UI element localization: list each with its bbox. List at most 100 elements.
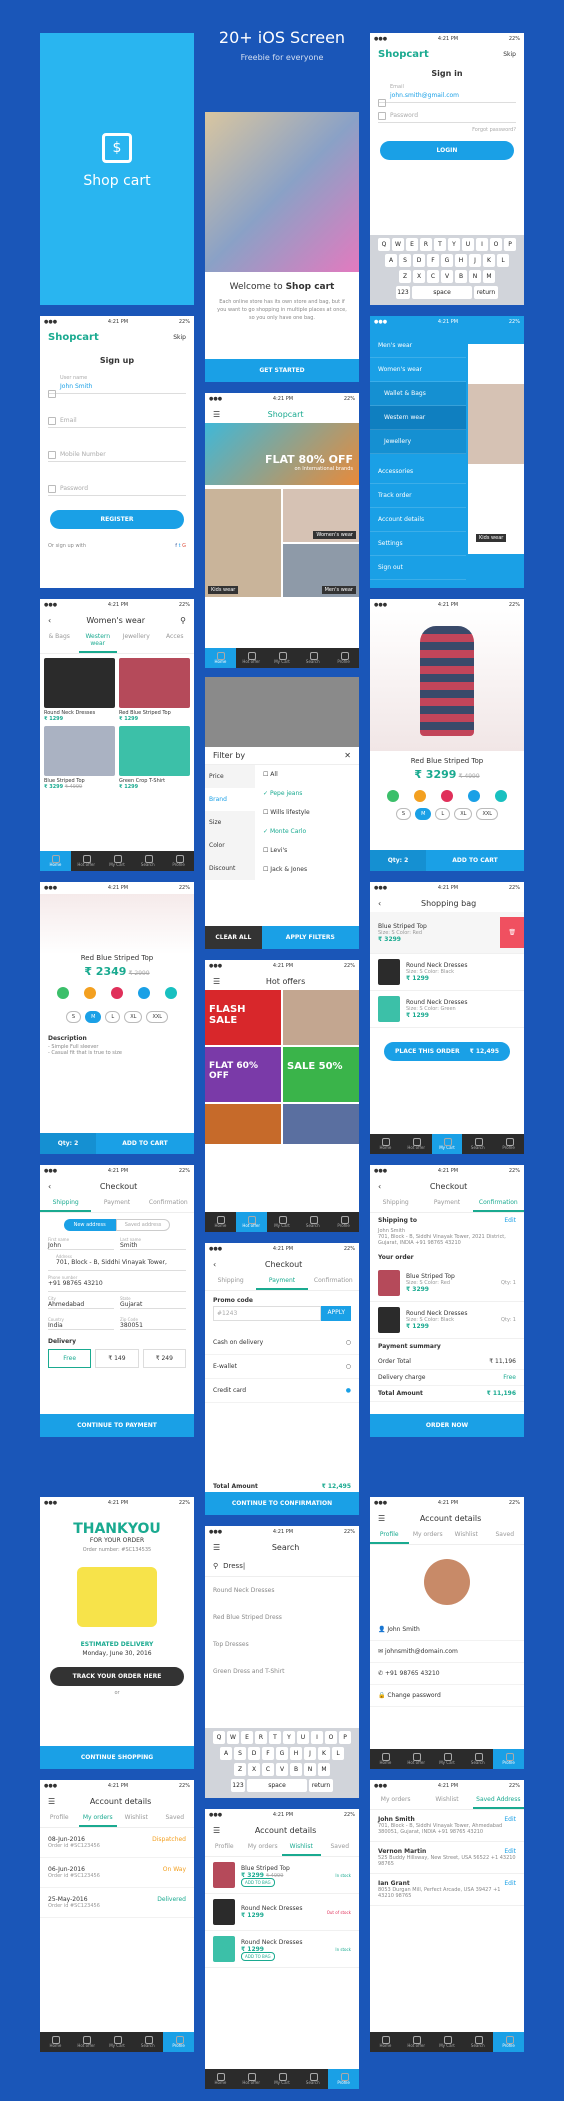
size-chip[interactable]: XL [124, 1011, 143, 1023]
password-field[interactable]: Password [48, 476, 186, 496]
menu-icon[interactable]: ☰ [213, 410, 220, 419]
tab-wishlist[interactable]: Wishlist [421, 1792, 472, 1809]
key-f[interactable]: F [262, 1747, 274, 1760]
edit-link[interactable]: Edit [504, 1848, 516, 1855]
men-tile[interactable]: Men's wear [283, 544, 359, 597]
filter-option[interactable]: ☐ Wills lifestyle [255, 803, 359, 822]
register-button[interactable]: REGISTER [50, 510, 184, 529]
tab-search[interactable]: Search [462, 2032, 493, 2052]
key-y[interactable]: Y [283, 1731, 295, 1744]
key-j[interactable]: J [469, 254, 481, 267]
color-swatch[interactable] [137, 987, 150, 999]
back-icon[interactable]: ‹ [48, 616, 51, 625]
key-z[interactable]: Z [399, 270, 411, 283]
step-payment[interactable]: Payment [421, 1195, 472, 1212]
wish-item[interactable]: Round Neck Dresses ₹ 1299 ADD TO BAG In sto… [205, 1931, 359, 1968]
step-confirmation[interactable]: Confirmation [308, 1273, 359, 1290]
key-e[interactable]: E [241, 1731, 253, 1744]
menu-settings[interactable]: Settings [370, 532, 466, 556]
tab-hot-offer[interactable]: Hot offer [401, 2032, 432, 2052]
tab-accessories[interactable]: Acces [156, 629, 195, 653]
address-field[interactable]: 701, Block - B, Siddhi Vinayak Tower, [56, 1259, 178, 1266]
filter-cat-price[interactable]: Price [205, 765, 255, 788]
search-result[interactable]: Top Dresses [205, 1631, 359, 1658]
search-result[interactable]: Green Dress and T-Shirt [205, 1658, 359, 1685]
tab-search[interactable]: Search [297, 2069, 328, 2089]
key-r[interactable]: R [420, 238, 432, 251]
key-k[interactable]: K [483, 254, 495, 267]
size-chip[interactable]: L [105, 1011, 121, 1023]
order-row[interactable]: 06-Jun-2016 Order id #SC123456 On Way [40, 1858, 194, 1888]
tab-cart[interactable]: My Cart [432, 2032, 463, 2052]
edit-link[interactable]: Edit [504, 1816, 516, 1823]
step-confirmation[interactable]: Confirmation [472, 1195, 524, 1212]
size-chip[interactable]: XXL [476, 808, 499, 820]
key-x[interactable]: X [413, 270, 425, 283]
key-p[interactable]: P [504, 238, 516, 251]
product-card[interactable]: Round Neck Dresses ₹ 1299 [44, 658, 115, 722]
tab-search[interactable]: Search [462, 1134, 493, 1154]
key-t[interactable]: T [434, 238, 446, 251]
key-e[interactable]: E [406, 238, 418, 251]
tab-orders[interactable]: My orders [370, 1792, 421, 1809]
back-icon[interactable]: ‹ [48, 1182, 51, 1191]
promo-tile[interactable] [205, 1104, 281, 1144]
filter-option[interactable]: ✓ Monte Carlo [255, 822, 359, 841]
clear-all-button[interactable]: CLEAR ALL [205, 926, 262, 949]
color-swatch[interactable] [494, 790, 507, 802]
size-chip[interactable]: L [435, 808, 451, 820]
tab-profile[interactable]: Profile [163, 851, 194, 871]
filter-option[interactable]: ☐ All [255, 765, 359, 784]
key-a[interactable]: A [385, 254, 397, 267]
tab-home[interactable]: Home [370, 1749, 401, 1769]
back-icon[interactable]: ‹ [378, 1182, 381, 1191]
username-field[interactable]: John Smith [48, 381, 186, 398]
key-i[interactable]: I [311, 1731, 323, 1744]
track-order-button[interactable]: TRACK YOUR ORDER HERE [50, 1667, 184, 1686]
tab-profile[interactable]: Profile [493, 2032, 524, 2052]
menu-mens-wear[interactable]: Men's wear [370, 334, 466, 358]
payment-option[interactable]: Cash on delivery ○ [205, 1331, 359, 1355]
kids-tile[interactable]: Kids wear [205, 489, 281, 597]
size-chip[interactable]: M [415, 808, 432, 820]
search-result[interactable]: Round Neck Dresses [205, 1577, 359, 1604]
tab-profile[interactable]: Profile [328, 2069, 359, 2089]
menu-icon[interactable]: ☰ [378, 1514, 385, 1523]
filter-option[interactable]: ☐ Levi's [255, 841, 359, 860]
tab-hot-offer[interactable]: Hot offer [235, 1212, 267, 1232]
menu-icon[interactable]: ☰ [213, 1826, 220, 1835]
mobile-field[interactable]: Mobile Number [48, 442, 186, 462]
apply-button[interactable]: APPLY [321, 1306, 351, 1321]
state-select[interactable]: Gujarat [120, 1301, 186, 1308]
city-select[interactable]: Ahmedabad [48, 1301, 114, 1308]
tab-home[interactable]: Home [205, 648, 236, 668]
add-to-cart-button[interactable]: ADD TO CART [96, 1133, 194, 1154]
tab-cart[interactable]: My Cart [102, 851, 133, 871]
tab-cart[interactable]: My Cart [267, 648, 298, 668]
tab-home[interactable]: Home [205, 2069, 236, 2089]
promo-tile[interactable] [283, 990, 359, 1045]
forgot-link[interactable]: Forgot password? [370, 123, 524, 137]
filter-option[interactable]: ✓ Pepe jeans [255, 784, 359, 803]
key-b[interactable]: B [455, 270, 467, 283]
search-result[interactable]: Red Blue Striped Dress [205, 1604, 359, 1631]
last-name-field[interactable]: Smith [120, 1242, 186, 1249]
menu-icon[interactable]: ☰ [213, 1543, 220, 1552]
delivery-express[interactable]: ₹ 249 [142, 1349, 186, 1368]
color-swatch[interactable] [467, 790, 480, 802]
key-x[interactable]: X [248, 1763, 260, 1776]
order-row[interactable]: 08-Jun-2016 Order id #SC123456 Dispatched [40, 1828, 194, 1858]
menu-track[interactable]: Track order [370, 484, 466, 508]
tab-profile[interactable]: Profile [493, 1134, 524, 1154]
tab-hot-offer[interactable]: Hot offer [401, 1749, 432, 1769]
tab-orders[interactable]: My orders [78, 1810, 117, 1827]
tab-search[interactable]: Search [297, 1212, 328, 1232]
search-input[interactable]: Dress| [223, 1562, 245, 1570]
key-l[interactable]: L [332, 1747, 344, 1760]
bag-item[interactable]: Round Neck Dresses Size: S Color: Black ₹ … [370, 954, 524, 991]
tab-profile[interactable]: Profile [205, 1839, 244, 1856]
key-o[interactable]: O [490, 238, 502, 251]
filter-option[interactable]: ☐ Jack & Jones [255, 860, 359, 879]
key-k[interactable]: K [318, 1747, 330, 1760]
delivery-standard[interactable]: ₹ 149 [95, 1349, 139, 1368]
